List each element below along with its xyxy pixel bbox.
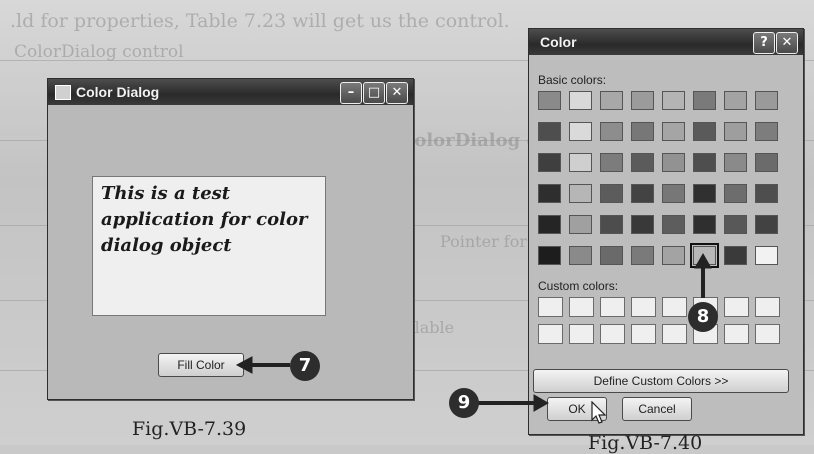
callout-arrows xyxy=(235,252,712,412)
callout-8: 8 xyxy=(688,302,718,332)
arrow-9-head xyxy=(533,394,550,412)
figure-caption-right: Fig.VB-7.40 xyxy=(588,432,703,454)
arrow-8-head xyxy=(694,252,712,269)
callout-9: 9 xyxy=(449,388,479,418)
arrow-7-head xyxy=(235,356,253,374)
callout-7: 7 xyxy=(290,351,320,381)
figure-caption-left: Fig.VB-7.39 xyxy=(132,418,247,440)
